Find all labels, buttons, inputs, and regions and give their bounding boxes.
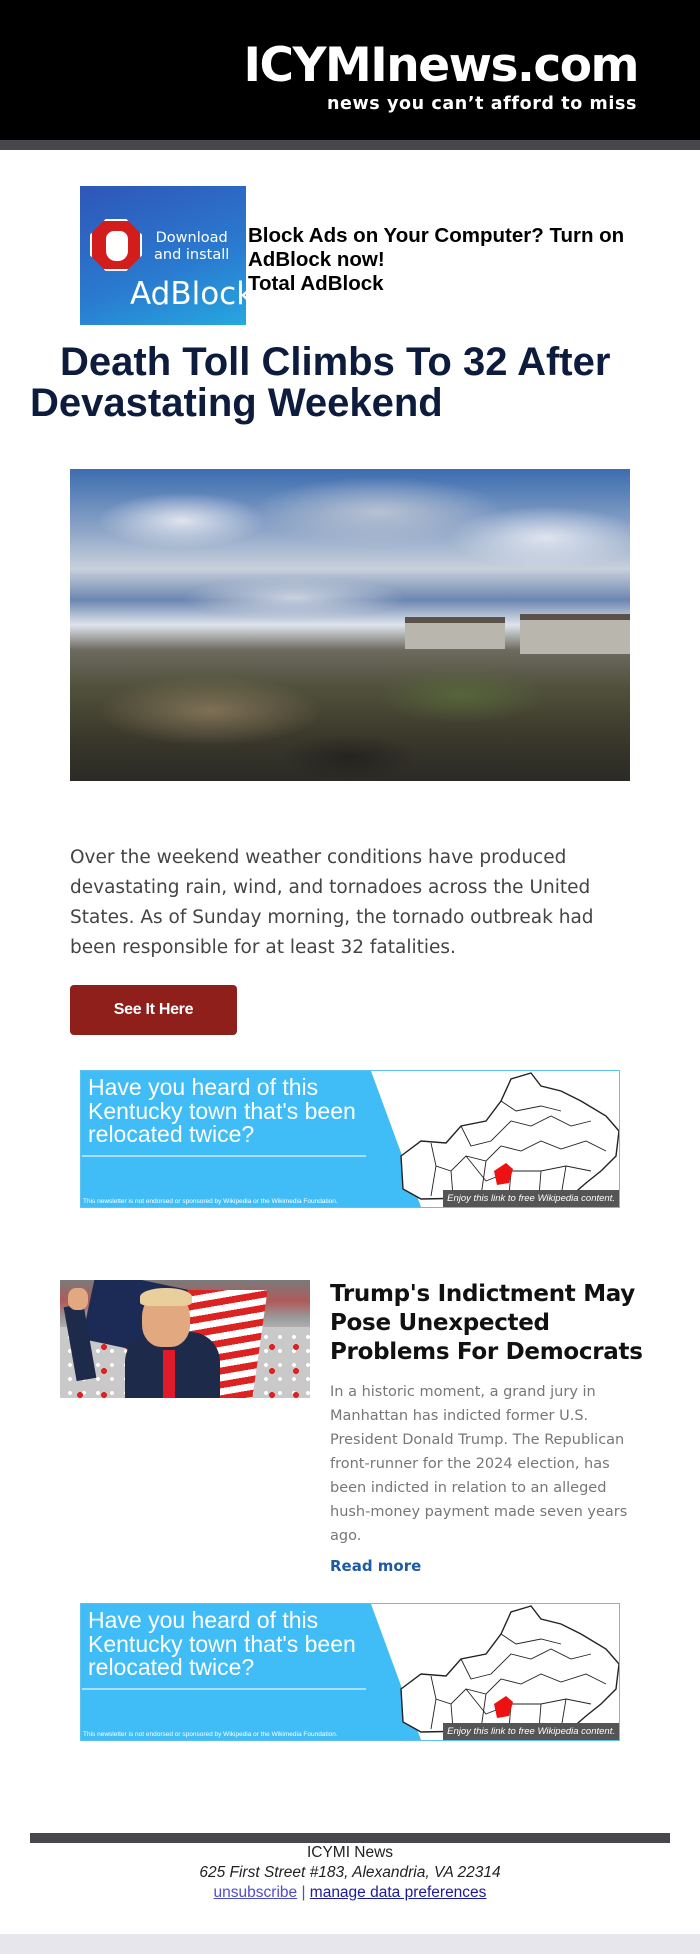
footer-divider — [30, 1833, 670, 1843]
wiki-banner-rule — [82, 1688, 366, 1690]
see-it-here-button[interactable]: See It Here — [70, 985, 237, 1035]
manage-preferences-link[interactable]: manage data preferences — [310, 1884, 487, 1901]
email-page: ICYMInews.com news you can’t afford to m… — [0, 0, 700, 1954]
adblock-ad-text[interactable]: Block Ads on Your Computer? Turn on AdBl… — [248, 216, 640, 296]
wiki-banner-question: Have you heard of this Kentucky town tha… — [88, 1607, 356, 1680]
wiki-banner-disclaimer: This newsletter is not endorsed or spons… — [83, 1731, 338, 1738]
adblock-ad-line2: and install — [154, 247, 230, 263]
article-hero-image[interactable] — [70, 469, 630, 781]
unsubscribe-link[interactable]: unsubscribe — [214, 1884, 298, 1901]
adblock-ad-line1: Download — [155, 230, 228, 246]
site-logo[interactable]: ICYMInews.com — [244, 42, 640, 89]
header: ICYMInews.com news you can’t afford to m… — [0, 0, 700, 140]
wiki-banner-question: Have you heard of this Kentucky town tha… — [88, 1074, 356, 1147]
wiki-banner-disclaimer: This newsletter is not endorsed or spons… — [83, 1198, 338, 1205]
kentucky-map-icon — [400, 1072, 619, 1200]
wiki-banner-rule — [82, 1155, 366, 1157]
wiki-banner-tag[interactable]: Enjoy this link to free Wikipedia conten… — [443, 1723, 619, 1740]
hero-house — [405, 617, 505, 649]
adblock-ad-sponsor: Total AdBlock — [248, 271, 384, 295]
article-headline-text[interactable]: Death Toll Climbs To 32 After Devastatin… — [30, 340, 610, 425]
article2-title[interactable]: Trump's Indictment May Pose Unexpected P… — [330, 1280, 650, 1367]
read-more-link[interactable]: Read more — [330, 1557, 421, 1575]
footer-address: 625 First Street #183, Alexandria, VA 22… — [199, 1864, 501, 1881]
wiki-banner-tag[interactable]: Enjoy this link to free Wikipedia conten… — [443, 1190, 619, 1207]
footer: ICYMI News 625 First Street #183, Alexan… — [0, 1843, 700, 1903]
hero-house — [520, 614, 630, 654]
footer-separator: | — [301, 1884, 306, 1901]
fist — [68, 1288, 88, 1310]
adblock-ad-caption: Download and install — [154, 230, 229, 264]
red-tie — [163, 1350, 175, 1398]
footer-links: unsubscribe | manage data preferences — [0, 1883, 700, 1903]
article2-image[interactable] — [60, 1280, 310, 1398]
adblock-ad[interactable]: Download and install AdBlock Block Ads o… — [80, 186, 640, 325]
bottom-band — [0, 1934, 700, 1954]
wikipedia-ad-banner[interactable]: Have you heard of this Kentucky town tha… — [80, 1603, 620, 1741]
article2-summary: In a historic moment, a grand jury in Ma… — [330, 1384, 628, 1544]
footer-company: ICYMI News — [306, 1844, 394, 1861]
header-divider — [0, 140, 700, 150]
kentucky-map-icon — [400, 1605, 619, 1733]
adblock-ad-headline[interactable]: Block Ads on Your Computer? Turn on AdBl… — [248, 224, 640, 272]
site-tagline: news you can’t afford to miss — [327, 94, 637, 114]
adblock-ad-image[interactable]: Download and install AdBlock — [80, 186, 246, 325]
article-summary: Over the weekend weather conditions have… — [70, 847, 594, 958]
adblock-ad-brand: AdBlock — [130, 276, 246, 312]
wikipedia-ad-banner[interactable]: Have you heard of this Kentucky town tha… — [80, 1070, 620, 1208]
stop-hand-icon — [90, 219, 142, 271]
hair — [140, 1288, 192, 1306]
article-headline[interactable]: Death Toll Climbs To 32 After Devastatin… — [30, 342, 670, 424]
